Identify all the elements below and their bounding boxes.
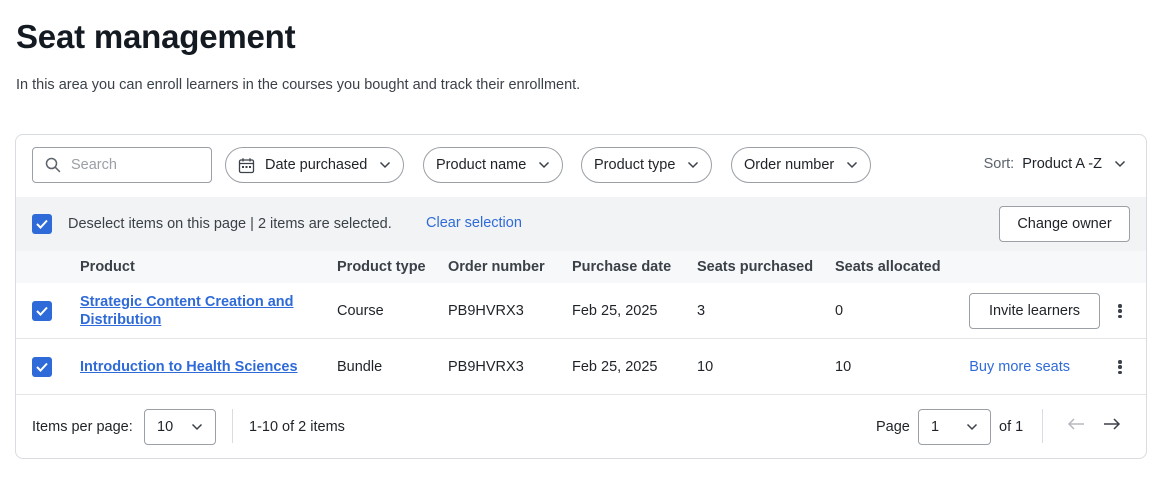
sort-dropdown[interactable]: Sort: Product A -Z <box>984 156 1126 172</box>
items-per-page-value: 10 <box>157 419 174 435</box>
chevron-down-icon <box>847 161 858 169</box>
seats-purchased-cell: 3 <box>697 303 706 319</box>
table-row: Introduction to Health Sciences Bundle P… <box>16 339 1146 395</box>
order-number-label: Order number <box>744 157 835 173</box>
chevron-down-icon <box>191 423 203 431</box>
row-checkbox[interactable] <box>32 301 52 321</box>
calendar-icon <box>238 157 255 173</box>
chevron-down-icon <box>539 161 550 169</box>
chevron-down-icon <box>966 423 978 431</box>
divider <box>232 409 233 443</box>
product-name-filter[interactable]: Product name <box>423 147 564 183</box>
items-range-text: 1-10 of 2 items <box>249 419 345 435</box>
items-per-page-label: Items per page: <box>32 419 133 435</box>
select-all-checkbox[interactable] <box>32 214 52 234</box>
checkmark-icon <box>36 306 48 316</box>
seats-allocated-cell: 0 <box>835 303 844 319</box>
clear-selection-link[interactable]: Clear selection <box>426 215 522 231</box>
column-header-product-type: Product type <box>337 259 426 275</box>
product-name-label: Product name <box>436 157 527 173</box>
buy-more-seats-link[interactable]: Buy more seats <box>969 359 1070 375</box>
chevron-down-icon <box>380 161 391 169</box>
table-header: Product Product type Order number Purcha… <box>16 251 1146 283</box>
search-field[interactable] <box>32 147 212 183</box>
seat-table-card: Date purchased Product name Product type… <box>15 134 1147 459</box>
product-type-cell: Bundle <box>337 359 383 375</box>
divider <box>1042 409 1043 443</box>
column-header-seats-allocated: Seats allocated <box>835 259 941 275</box>
column-header-order-number: Order number <box>448 259 545 275</box>
arrow-left-icon[interactable] <box>1067 417 1085 431</box>
order-number-cell: PB9HVRX3 <box>448 303 524 319</box>
product-type-label: Product type <box>594 157 676 173</box>
invite-learners-button[interactable]: Invite learners <box>969 293 1100 329</box>
column-header-purchase-date: Purchase date <box>572 259 672 275</box>
purchase-date-cell: Feb 25, 2025 <box>572 359 658 375</box>
page-label: Page <box>876 419 910 435</box>
page-select[interactable]: 1 <box>918 409 991 445</box>
search-icon <box>45 157 61 173</box>
product-type-cell: Course <box>337 303 384 319</box>
chevron-down-icon <box>1114 160 1126 168</box>
checkmark-icon <box>36 362 48 372</box>
filter-bar: Date purchased Product name Product type… <box>16 135 1146 197</box>
sort-label: Sort: <box>983 156 1015 172</box>
product-link[interactable]: Introduction to Health Sciences <box>80 358 298 376</box>
product-type-filter[interactable]: Product type <box>581 147 713 183</box>
checkmark-icon <box>36 219 48 229</box>
date-purchased-label: Date purchased <box>265 157 368 173</box>
page-value: 1 <box>931 419 940 435</box>
search-input[interactable] <box>71 157 191 173</box>
page-title: Seat management <box>16 18 296 55</box>
purchase-date-cell: Feb 25, 2025 <box>572 303 658 319</box>
seats-allocated-cell: 10 <box>835 359 852 375</box>
column-header-product: Product <box>80 259 135 275</box>
pagination-bar: Items per page: 10 1-10 of 2 items Page … <box>16 395 1146 458</box>
date-purchased-filter[interactable]: Date purchased <box>225 147 405 183</box>
column-header-seats-purchased: Seats purchased <box>697 259 814 275</box>
product-link-line: Strategic Content Creation and <box>80 294 294 310</box>
order-number-filter[interactable]: Order number <box>731 147 872 183</box>
selection-status: Deselect items on this page | 2 items ar… <box>68 216 392 232</box>
page-description: In this area you can enroll learners in … <box>16 77 581 93</box>
change-owner-button[interactable]: Change owner <box>999 206 1130 242</box>
more-options-icon[interactable] <box>1112 302 1128 320</box>
more-options-icon[interactable] <box>1112 358 1128 376</box>
chevron-down-icon <box>688 161 699 169</box>
seats-purchased-cell: 10 <box>697 359 714 375</box>
page-count-text: of 1 <box>999 419 1024 435</box>
items-per-page-select[interactable]: 10 <box>144 409 216 445</box>
sort-value: Product A -Z <box>1022 156 1102 172</box>
row-checkbox[interactable] <box>32 357 52 377</box>
arrow-right-icon[interactable] <box>1103 417 1121 431</box>
table-row: Strategic Content Creation and Distribut… <box>16 283 1146 339</box>
order-number-cell: PB9HVRX3 <box>448 359 524 375</box>
selection-bar: Deselect items on this page | 2 items ar… <box>16 197 1146 251</box>
product-link[interactable]: Strategic Content Creation and Distribut… <box>80 293 294 329</box>
product-link-line: Distribution <box>80 312 162 328</box>
